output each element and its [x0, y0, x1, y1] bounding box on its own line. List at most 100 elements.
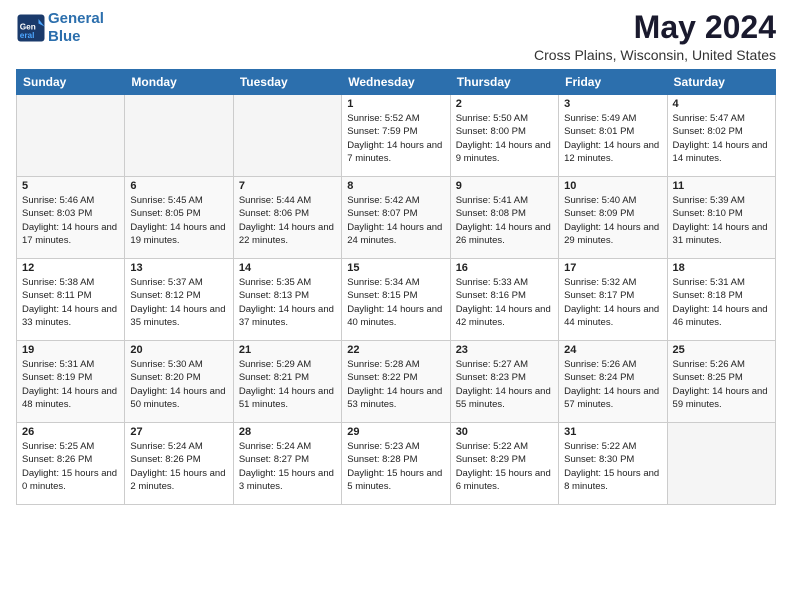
- day-number: 25: [673, 344, 770, 356]
- week-row-1: 1 Sunrise: 5:52 AMSunset: 7:59 PMDaylight…: [17, 95, 776, 177]
- day-info: Sunrise: 5:27 AMSunset: 8:23 PMDaylight:…: [456, 358, 553, 411]
- day-number: 12: [22, 262, 119, 274]
- weekday-header-wednesday: Wednesday: [342, 70, 450, 95]
- day-cell-6: 6 Sunrise: 5:45 AMSunset: 8:05 PMDaylight…: [125, 177, 233, 259]
- svg-text:eral: eral: [20, 31, 35, 40]
- day-cell-29: 29Sunrise: 5:23 AMSunset: 8:28 PMDayligh…: [342, 423, 450, 505]
- day-info: Sunrise: 5:44 AMSunset: 8:06 PMDaylight:…: [239, 194, 336, 247]
- location: Cross Plains, Wisconsin, United States: [534, 47, 776, 63]
- header: Gen eral General Blue May 2024 Cross Pla…: [16, 10, 776, 63]
- day-number: 18: [673, 262, 770, 274]
- calendar: SundayMondayTuesdayWednesdayThursdayFrid…: [16, 69, 776, 505]
- day-info: Sunrise: 5:28 AMSunset: 8:22 PMDaylight:…: [347, 358, 444, 411]
- day-info: Sunrise: 5:35 AMSunset: 8:13 PMDaylight:…: [239, 276, 336, 329]
- day-cell-5: 5 Sunrise: 5:46 AMSunset: 8:03 PMDaylight…: [17, 177, 125, 259]
- day-cell-31: 31 Sunrise: 5:22 AMSunset: 8:30 PMDayligh…: [559, 423, 667, 505]
- day-number: 24: [564, 344, 661, 356]
- day-cell-12: 12 Sunrise: 5:38 AMSunset: 8:11 PMDayligh…: [17, 259, 125, 341]
- day-info: Sunrise: 5:46 AMSunset: 8:03 PMDaylight:…: [22, 194, 119, 247]
- day-number: 6: [130, 180, 227, 192]
- day-info: Sunrise: 5:30 AMSunset: 8:20 PMDaylight:…: [130, 358, 227, 411]
- day-cell-20: 20Sunrise: 5:30 AMSunset: 8:20 PMDayligh…: [125, 341, 233, 423]
- day-info: Sunrise: 5:52 AMSunset: 7:59 PMDaylight:…: [347, 112, 444, 165]
- day-cell-26: 26 Sunrise: 5:25 AMSunset: 8:26 PMDayligh…: [17, 423, 125, 505]
- day-info: Sunrise: 5:32 AMSunset: 8:17 PMDaylight:…: [564, 276, 661, 329]
- day-number: 14: [239, 262, 336, 274]
- day-info: Sunrise: 5:22 AMSunset: 8:29 PMDaylight:…: [456, 440, 553, 493]
- day-number: 9: [456, 180, 553, 192]
- day-info: Sunrise: 5:50 AMSunset: 8:00 PMDaylight:…: [456, 112, 553, 165]
- day-number: 7: [239, 180, 336, 192]
- month-year: May 2024: [534, 10, 776, 45]
- day-info: Sunrise: 5:40 AMSunset: 8:09 PMDaylight:…: [564, 194, 661, 247]
- day-cell-19: 19 Sunrise: 5:31 AMSunset: 8:19 PMDayligh…: [17, 341, 125, 423]
- main-container: Gen eral General Blue May 2024 Cross Pla…: [0, 0, 792, 511]
- logo-blue: Blue: [48, 28, 81, 45]
- empty-cell: [233, 95, 341, 177]
- day-cell-18: 18Sunrise: 5:31 AMSunset: 8:18 PMDayligh…: [667, 259, 775, 341]
- week-row-4: 19 Sunrise: 5:31 AMSunset: 8:19 PMDayligh…: [17, 341, 776, 423]
- day-number: 21: [239, 344, 336, 356]
- day-number: 17: [564, 262, 661, 274]
- day-info: Sunrise: 5:23 AMSunset: 8:28 PMDaylight:…: [347, 440, 444, 493]
- day-info: Sunrise: 5:38 AMSunset: 8:11 PMDaylight:…: [22, 276, 119, 329]
- weekday-header-saturday: Saturday: [667, 70, 775, 95]
- logo-text: General Blue: [48, 10, 104, 46]
- day-cell-30: 30Sunrise: 5:22 AMSunset: 8:29 PMDayligh…: [450, 423, 558, 505]
- day-cell-2: 2Sunrise: 5:50 AMSunset: 8:00 PMDaylight…: [450, 95, 558, 177]
- day-info: Sunrise: 5:33 AMSunset: 8:16 PMDaylight:…: [456, 276, 553, 329]
- day-cell-9: 9Sunrise: 5:41 AMSunset: 8:08 PMDaylight…: [450, 177, 558, 259]
- weekday-header-monday: Monday: [125, 70, 233, 95]
- day-cell-27: 27 Sunrise: 5:24 AMSunset: 8:26 PMDayligh…: [125, 423, 233, 505]
- weekday-header-tuesday: Tuesday: [233, 70, 341, 95]
- day-cell-13: 13 Sunrise: 5:37 AMSunset: 8:12 PMDayligh…: [125, 259, 233, 341]
- day-cell-22: 22Sunrise: 5:28 AMSunset: 8:22 PMDayligh…: [342, 341, 450, 423]
- empty-cell: [125, 95, 233, 177]
- day-number: 15: [347, 262, 444, 274]
- empty-cell: [17, 95, 125, 177]
- day-number: 16: [456, 262, 553, 274]
- day-cell-15: 15Sunrise: 5:34 AMSunset: 8:15 PMDayligh…: [342, 259, 450, 341]
- day-cell-7: 7 Sunrise: 5:44 AMSunset: 8:06 PMDaylight…: [233, 177, 341, 259]
- day-number: 28: [239, 426, 336, 438]
- day-info: Sunrise: 5:45 AMSunset: 8:05 PMDaylight:…: [130, 194, 227, 247]
- day-cell-16: 16 Sunrise: 5:33 AMSunset: 8:16 PMDayligh…: [450, 259, 558, 341]
- day-number: 27: [130, 426, 227, 438]
- day-cell-10: 10 Sunrise: 5:40 AMSunset: 8:09 PMDayligh…: [559, 177, 667, 259]
- day-number: 3: [564, 98, 661, 110]
- day-cell-17: 17 Sunrise: 5:32 AMSunset: 8:17 PMDayligh…: [559, 259, 667, 341]
- title-block: May 2024 Cross Plains, Wisconsin, United…: [534, 10, 776, 63]
- day-number: 5: [22, 180, 119, 192]
- day-cell-28: 28 Sunrise: 5:24 AMSunset: 8:27 PMDayligh…: [233, 423, 341, 505]
- day-number: 1: [347, 98, 444, 110]
- day-info: Sunrise: 5:22 AMSunset: 8:30 PMDaylight:…: [564, 440, 661, 493]
- day-cell-11: 11Sunrise: 5:39 AMSunset: 8:10 PMDayligh…: [667, 177, 775, 259]
- day-number: 19: [22, 344, 119, 356]
- day-info: Sunrise: 5:24 AMSunset: 8:26 PMDaylight:…: [130, 440, 227, 493]
- empty-cell: [667, 423, 775, 505]
- day-number: 8: [347, 180, 444, 192]
- day-number: 11: [673, 180, 770, 192]
- day-number: 4: [673, 98, 770, 110]
- day-cell-23: 23Sunrise: 5:27 AMSunset: 8:23 PMDayligh…: [450, 341, 558, 423]
- weekday-header-row: SundayMondayTuesdayWednesdayThursdayFrid…: [17, 70, 776, 95]
- day-number: 31: [564, 426, 661, 438]
- week-row-5: 26 Sunrise: 5:25 AMSunset: 8:26 PMDayligh…: [17, 423, 776, 505]
- day-cell-14: 14 Sunrise: 5:35 AMSunset: 8:13 PMDayligh…: [233, 259, 341, 341]
- day-info: Sunrise: 5:25 AMSunset: 8:26 PMDaylight:…: [22, 440, 119, 493]
- day-number: 10: [564, 180, 661, 192]
- logo-general: General: [48, 10, 104, 27]
- day-number: 26: [22, 426, 119, 438]
- day-cell-1: 1 Sunrise: 5:52 AMSunset: 7:59 PMDaylight…: [342, 95, 450, 177]
- day-number: 13: [130, 262, 227, 274]
- day-info: Sunrise: 5:42 AMSunset: 8:07 PMDaylight:…: [347, 194, 444, 247]
- day-cell-21: 21Sunrise: 5:29 AMSunset: 8:21 PMDayligh…: [233, 341, 341, 423]
- day-info: Sunrise: 5:37 AMSunset: 8:12 PMDaylight:…: [130, 276, 227, 329]
- weekday-header-thursday: Thursday: [450, 70, 558, 95]
- day-cell-25: 25Sunrise: 5:26 AMSunset: 8:25 PMDayligh…: [667, 341, 775, 423]
- day-info: Sunrise: 5:24 AMSunset: 8:27 PMDaylight:…: [239, 440, 336, 493]
- day-info: Sunrise: 5:31 AMSunset: 8:19 PMDaylight:…: [22, 358, 119, 411]
- day-cell-8: 8 Sunrise: 5:42 AMSunset: 8:07 PMDaylight…: [342, 177, 450, 259]
- day-cell-3: 3Sunrise: 5:49 AMSunset: 8:01 PMDaylight…: [559, 95, 667, 177]
- day-info: Sunrise: 5:47 AMSunset: 8:02 PMDaylight:…: [673, 112, 770, 165]
